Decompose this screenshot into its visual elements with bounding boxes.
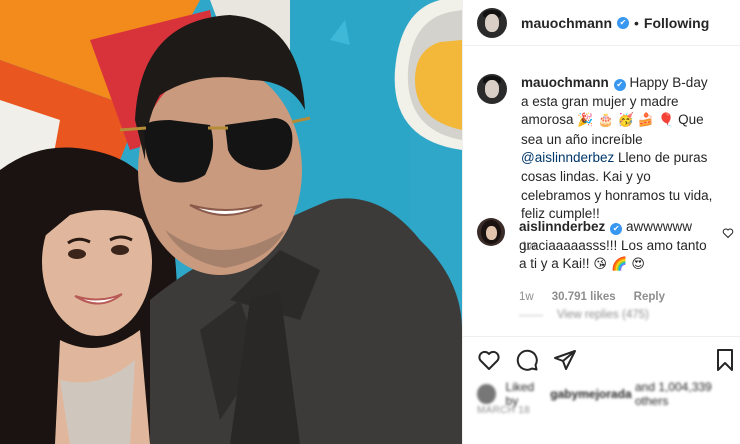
caption-emojis-2: 🥳 🍰 🎈: [617, 113, 675, 129]
liked-by-suffix: and 1,004,339 others: [634, 380, 712, 408]
comment-icon[interactable]: [515, 348, 539, 372]
reply-comment: aislinnderbez ✔ awwwwww graciaaaaasss!!! …: [463, 218, 740, 306]
liked-by-prefix: Liked by: [505, 380, 535, 408]
liked-by[interactable]: Liked by gabymejorada and 1,004,339 othe…: [477, 380, 740, 408]
share-icon[interactable]: [553, 348, 577, 372]
reply-time[interactable]: 1w: [519, 288, 534, 307]
post-sidebar: mauochmann ✔ • Following mauochmann ✔ Hap…: [462, 0, 740, 444]
reply-emojis: 😘 🌈 😍: [593, 257, 645, 273]
mention-link[interactable]: @aislinnderbez: [521, 150, 614, 165]
post-header: mauochmann ✔ • Following: [463, 0, 740, 46]
comment-like-heart-icon[interactable]: [722, 227, 734, 239]
liker-avatar: [477, 384, 496, 404]
verified-badge-icon: ✔: [617, 16, 630, 29]
commenter-avatar[interactable]: [477, 218, 505, 246]
reply-text: aislinnderbez ✔ awwwwww graciaaaaasss!!! …: [519, 218, 715, 306]
caption-username[interactable]: mauochmann: [521, 75, 609, 90]
following-button[interactable]: Following: [644, 15, 709, 31]
separator-dot: •: [634, 14, 639, 31]
post-date[interactable]: MARCH 18: [477, 405, 530, 416]
view-replies-link[interactable]: View replies (475): [519, 309, 649, 321]
verified-badge-icon: ✔: [610, 223, 623, 235]
view-replies-label: View replies (475): [557, 309, 649, 321]
reply-meta: 1w 30.791 likes Reply: [519, 288, 715, 307]
caption-emojis-1: 🎉 🎂: [577, 113, 614, 129]
bookmark-icon[interactable]: [714, 348, 736, 372]
liked-by-user[interactable]: gabymejorada: [550, 387, 631, 401]
caption-avatar[interactable]: [477, 74, 507, 104]
action-bar: [463, 336, 740, 382]
selfie-image: [0, 0, 462, 444]
author-username[interactable]: mauochmann: [521, 15, 612, 31]
author-avatar[interactable]: [477, 7, 507, 38]
reply-likes[interactable]: 30.791 likes: [552, 288, 616, 307]
post-photo[interactable]: [0, 0, 462, 444]
heart-icon[interactable]: [477, 348, 501, 372]
commenter-username[interactable]: aislinnderbez: [519, 219, 605, 234]
reply-button[interactable]: Reply: [634, 288, 665, 307]
verified-badge-icon: ✔: [613, 79, 626, 91]
view-replies-line: [519, 314, 543, 316]
